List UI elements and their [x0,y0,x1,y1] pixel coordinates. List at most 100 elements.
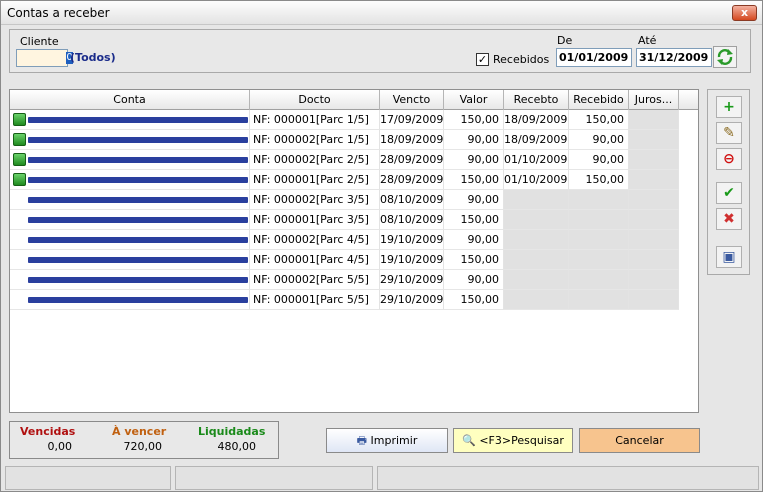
cliente-input[interactable]: 0 [16,49,73,67]
column-header-vencto[interactable]: Vencto [380,90,444,110]
column-header-juros[interactable]: Juros... [629,90,679,110]
juros-cell [629,150,679,170]
juros-cell [629,230,679,250]
table-row[interactable]: NF: 000001[Parc 4/5] 19/10/2009 150,00 [10,250,698,270]
paid-status-icon [13,113,26,126]
table-row[interactable]: NF: 000001[Parc 3/5] 08/10/2009 150,00 [10,210,698,230]
imprimir-button[interactable]: 🖶 Imprimir [326,428,448,453]
cancel-item-button[interactable]: ✖ [716,208,742,230]
conta-cell [10,250,250,270]
vencto-cell: 08/10/2009 [380,210,444,230]
remove-icon: ⊖ [723,151,735,167]
valor-cell: 90,00 [444,230,504,250]
juros-cell [629,190,679,210]
summary-panel: Vencidas 0,00 À vencer 720,00 Liquidadas… [9,421,279,459]
recebto-cell: 01/10/2009 [504,170,569,190]
contas-table[interactable]: Conta Docto Vencto Valor Recebto Recebid… [9,89,699,413]
table-row[interactable]: NF: 000002[Parc 1/5] 18/09/2009 90,00 18/09… [10,130,698,150]
conta-cell [10,170,250,190]
docto-cell: NF: 000002[Parc 2/5] [250,150,380,170]
table-header: Conta Docto Vencto Valor Recebto Recebid… [10,90,698,110]
ate-label: Até [638,34,657,47]
valor-cell: 150,00 [444,250,504,270]
conta-cell [10,110,250,130]
table-row[interactable]: NF: 000001[Parc 1/5] 17/09/2009 150,00 18/0… [10,110,698,130]
recebido-cell [569,230,629,250]
recebido-cell [569,290,629,310]
document-icon: ▣ [722,249,736,265]
table-row[interactable]: NF: 000001[Parc 5/5] 29/10/2009 150,00 [10,290,698,310]
table-row[interactable]: NF: 000002[Parc 5/5] 29/10/2009 90,00 [10,270,698,290]
redacted-account-name [28,277,248,283]
table-row[interactable]: NF: 000001[Parc 2/5] 28/09/2009 150,00 01/1… [10,170,698,190]
add-button[interactable]: + [716,96,742,118]
valor-cell: 90,00 [444,130,504,150]
valor-cell: 150,00 [444,290,504,310]
column-header-docto[interactable]: Docto [250,90,380,110]
window-title: Contas a receber [7,6,110,20]
juros-cell [629,270,679,290]
cancel-icon: ✖ [723,211,735,227]
ate-date-input[interactable]: 31/12/2009 [636,48,712,67]
column-header-recebto[interactable]: Recebto [504,90,569,110]
recebidos-checkbox[interactable]: ✓ [476,53,489,66]
column-header-valor[interactable]: Valor [444,90,504,110]
valor-cell: 90,00 [444,270,504,290]
docto-cell: NF: 000002[Parc 5/5] [250,270,380,290]
liquidadas-value: 480,00 [217,440,257,453]
vencidas-value: 0,00 [47,440,73,453]
cancelar-label: Cancelar [615,434,664,447]
juros-cell [629,130,679,150]
pesquisar-button[interactable]: 🔍 <F3>Pesquisar [453,428,573,453]
docto-cell: NF: 000001[Parc 4/5] [250,250,380,270]
vencidas-label: Vencidas [20,425,76,438]
close-button[interactable]: x [732,5,757,21]
avencer-label: À vencer [112,425,167,438]
conta-cell [10,130,250,150]
recebto-cell [504,230,569,250]
recebido-cell [569,270,629,290]
de-date-input[interactable]: 01/01/2009 [556,48,632,67]
vencto-cell: 18/09/2009 [380,130,444,150]
cancelar-button[interactable]: Cancelar [579,428,700,453]
paid-status-icon [13,173,26,186]
recebido-cell: 90,00 [569,130,629,150]
juros-cell [629,210,679,230]
juros-cell [629,250,679,270]
cliente-label: Cliente [20,35,59,48]
docto-cell: NF: 000001[Parc 2/5] [250,170,380,190]
docto-cell: NF: 000002[Parc 1/5] [250,130,380,150]
printer-icon: 🖶 [356,434,368,447]
redacted-account-name [28,137,248,143]
recebto-cell [504,190,569,210]
redacted-account-name [28,217,248,223]
filter-panel: Cliente 0 (Todos) ✓ Recebidos De 01/01/2… [9,29,751,73]
column-header-recebido[interactable]: Recebido [569,90,629,110]
column-header-conta[interactable]: Conta [10,90,250,110]
juros-cell [629,110,679,130]
valor-cell: 150,00 [444,170,504,190]
table-row[interactable]: NF: 000002[Parc 3/5] 08/10/2009 90,00 [10,190,698,210]
redacted-account-name [28,117,248,123]
vencto-cell: 28/09/2009 [380,170,444,190]
recebido-cell: 150,00 [569,170,629,190]
recebto-cell [504,250,569,270]
refresh-button[interactable] [713,46,737,68]
status-bar-segment [377,466,759,490]
vencto-cell: 29/10/2009 [380,290,444,310]
conta-cell [10,150,250,170]
recebto-cell: 18/09/2009 [504,130,569,150]
recebto-cell: 18/09/2009 [504,110,569,130]
recebto-cell [504,210,569,230]
conta-cell [10,230,250,250]
document-button[interactable]: ▣ [716,246,742,268]
avencer-value: 720,00 [123,440,163,453]
cliente-description: (Todos) [70,51,116,64]
remove-button[interactable]: ⊖ [716,148,742,170]
paid-status-icon [13,153,26,166]
table-row[interactable]: NF: 000002[Parc 4/5] 19/10/2009 90,00 [10,230,698,250]
confirm-button[interactable]: ✔ [716,182,742,204]
table-row[interactable]: NF: 000002[Parc 2/5] 28/09/2009 90,00 01/10… [10,150,698,170]
edit-button[interactable]: ✎ [716,122,742,144]
docto-cell: NF: 000001[Parc 5/5] [250,290,380,310]
